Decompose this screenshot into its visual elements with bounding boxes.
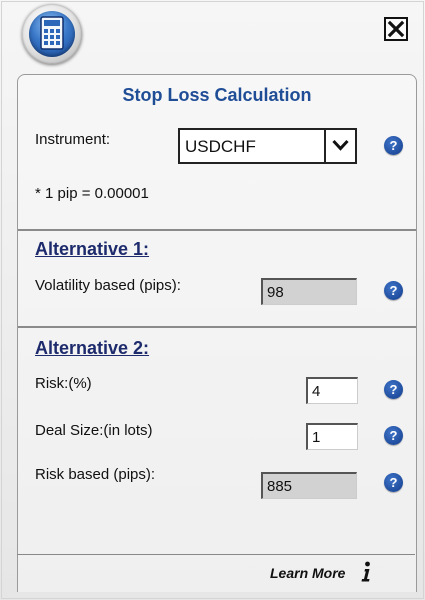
risk-label: Risk:(%): [35, 375, 92, 392]
calculator-glyph: [40, 16, 64, 50]
alternative2-title: Alternative 2:: [35, 338, 150, 358]
stop-loss-window: Stop Loss Calculation Instrument: USDCHF…: [0, 0, 425, 600]
risk-based-field[interactable]: [261, 472, 357, 499]
risk-help-icon[interactable]: ?: [384, 380, 403, 399]
alternative1-title: Alternative 1:: [35, 239, 150, 259]
deal-size-label: Deal Size:(in lots): [35, 422, 153, 439]
risk-based-label: Risk based (pips):: [35, 466, 156, 483]
deal-size-help-icon[interactable]: ?: [384, 426, 403, 445]
chevron-down-icon: [332, 139, 349, 151]
deal-size-input[interactable]: [306, 423, 358, 450]
section-divider: [18, 229, 416, 231]
risk-percent-input[interactable]: [306, 377, 358, 404]
volatility-field[interactable]: [261, 278, 357, 305]
instrument-label: Instrument:: [35, 131, 111, 148]
instrument-help-icon[interactable]: ?: [384, 136, 403, 155]
close-icon: [387, 20, 405, 38]
instrument-selected-value: USDCHF: [185, 137, 256, 156]
dropdown-button[interactable]: [324, 130, 355, 162]
info-icon[interactable]: [360, 561, 372, 583]
instrument-select[interactable]: USDCHF: [178, 128, 357, 164]
risk-based-help-icon[interactable]: ?: [384, 473, 403, 492]
calculation-panel: Stop Loss Calculation Instrument: USDCHF…: [17, 74, 417, 592]
section-divider: [18, 326, 416, 328]
calculator-icon: [22, 4, 82, 64]
footer-divider: [17, 554, 415, 555]
volatility-help-icon[interactable]: ?: [384, 281, 403, 300]
learn-more-link[interactable]: Learn More: [270, 565, 345, 581]
pip-note: * 1 pip = 0.00001: [35, 185, 149, 202]
panel-title: Stop Loss Calculation: [122, 85, 312, 105]
close-button[interactable]: [384, 17, 408, 41]
volatility-label: Volatility based (pips):: [35, 277, 181, 294]
